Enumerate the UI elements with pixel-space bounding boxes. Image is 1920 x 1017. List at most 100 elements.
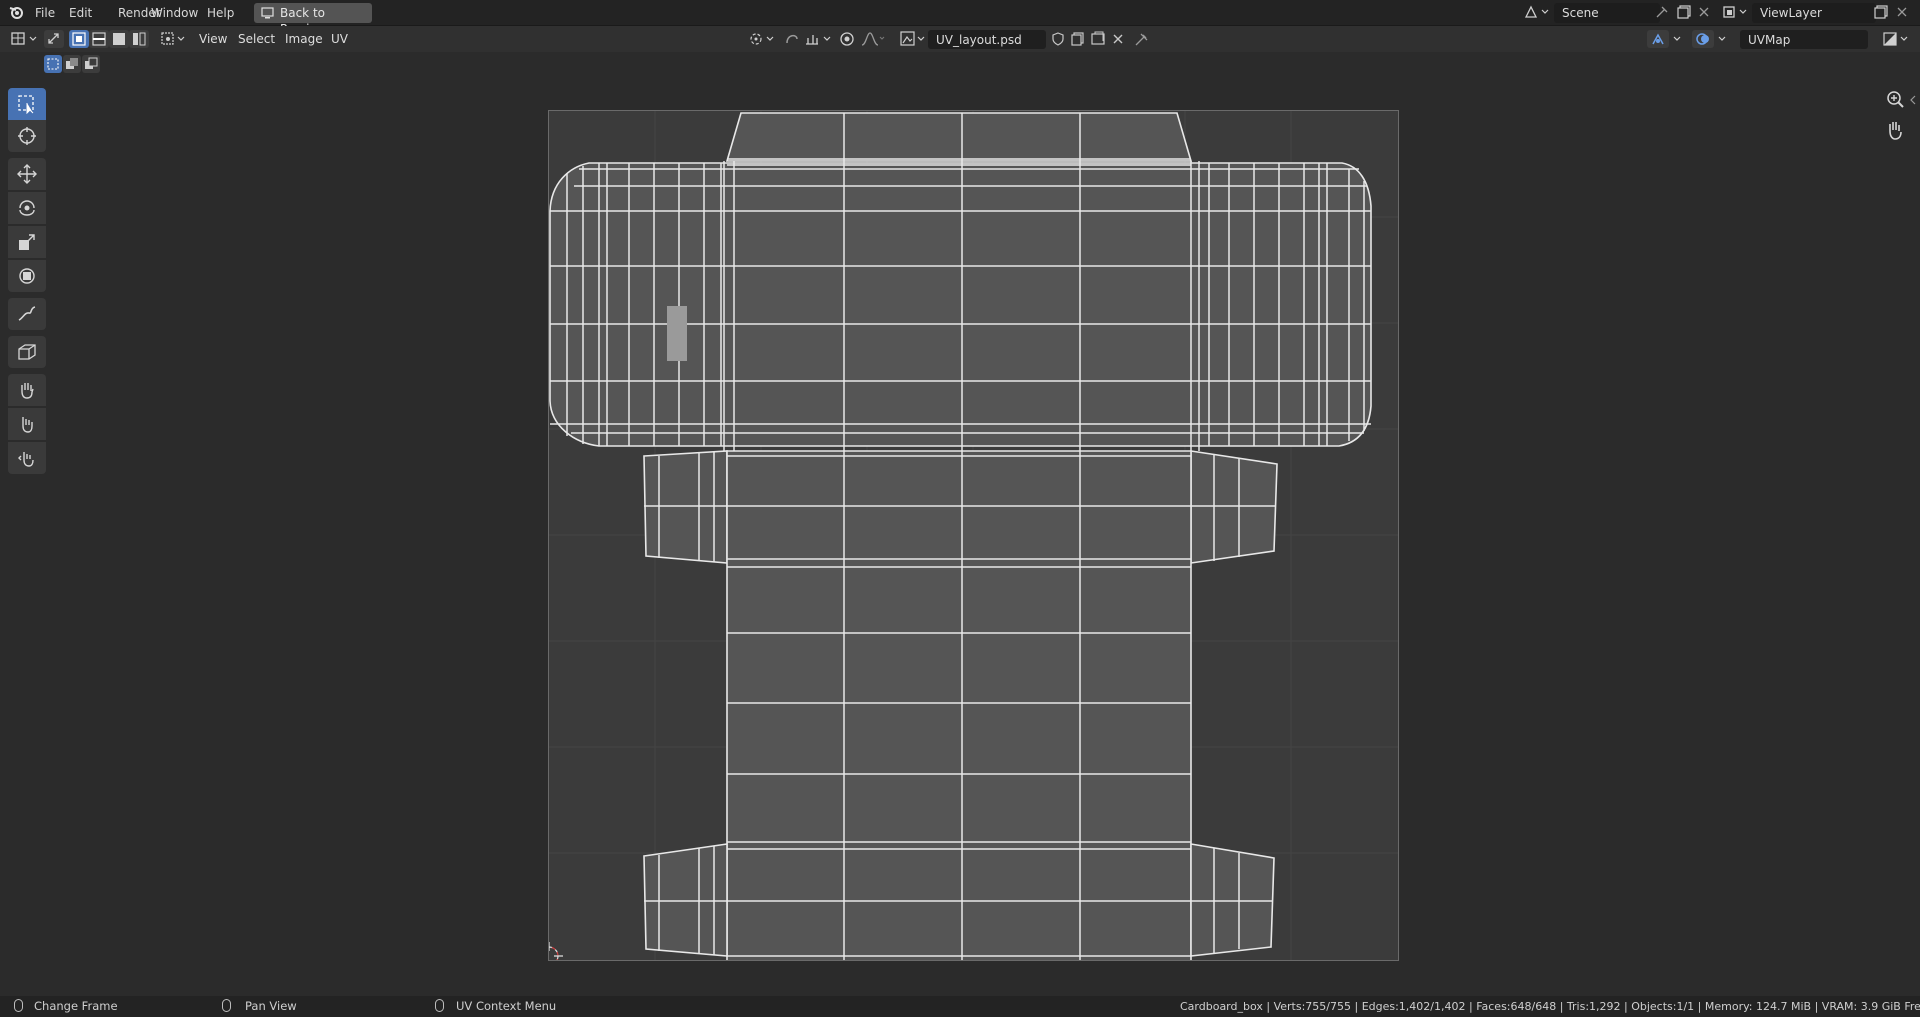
new-view-layer-icon[interactable] <box>1873 4 1889 20</box>
transform-icon <box>19 268 35 284</box>
select-mode-extend-button[interactable] <box>63 55 81 73</box>
2d-cursor-icon[interactable] <box>549 942 563 960</box>
scene-icon[interactable] <box>1523 4 1551 20</box>
snap-toggle-icon[interactable] <box>783 30 803 48</box>
display-channels-icon[interactable] <box>1882 30 1912 48</box>
close-scene-icon[interactable] <box>1697 5 1711 19</box>
grab-tool[interactable] <box>8 374 46 406</box>
view-layer-icon[interactable] <box>1722 4 1750 20</box>
select-mode-subtract-button[interactable] <box>82 55 100 73</box>
new-scene-icon[interactable] <box>1676 4 1692 20</box>
top-menu-bar: File Edit Render Window Help Back to Pre… <box>0 0 1920 36</box>
rip-region-tool[interactable] <box>8 336 46 368</box>
image-name: UV_layout.psd <box>936 33 1022 47</box>
scene-field[interactable]: Scene <box>1554 3 1660 23</box>
overlays-dropdown-icon[interactable] <box>1715 30 1731 48</box>
mouse-right-icon <box>435 999 444 1012</box>
vertex-select-mode-button[interactable] <box>69 30 89 48</box>
zoom-view-icon[interactable] <box>1883 88 1907 112</box>
select-box-icon <box>18 95 34 114</box>
uv-mesh-layout[interactable] <box>549 111 1398 960</box>
editor-type-icon[interactable] <box>10 30 40 48</box>
gizmo-icon <box>1652 33 1664 45</box>
grab-hand-icon <box>21 383 34 399</box>
relax-hand-icon <box>22 417 33 433</box>
tool-settings-bar <box>0 52 1920 76</box>
select-subtract-icon <box>85 57 98 69</box>
cursor-tool[interactable] <box>8 120 46 152</box>
rip-region-icon <box>18 344 36 360</box>
sync-selection-button[interactable] <box>44 30 64 48</box>
view-layer-field[interactable]: ViewLayer <box>1752 3 1876 23</box>
menu-image[interactable]: Image <box>285 31 323 47</box>
open-image-icon[interactable] <box>1090 31 1106 47</box>
menu-edit[interactable]: Edit <box>69 5 92 21</box>
relax-tool[interactable] <box>8 408 46 440</box>
menu-view[interactable]: View <box>199 31 227 47</box>
menu-select[interactable]: Select <box>238 31 275 47</box>
cursor-icon <box>18 127 36 145</box>
mouse-middle-icon <box>222 999 231 1012</box>
annotate-tool[interactable] <box>8 298 46 330</box>
unlink-image-icon[interactable] <box>1110 31 1126 47</box>
status-middle-hint: Pan View <box>245 999 297 1013</box>
snap-target-icon[interactable] <box>804 30 836 48</box>
status-left-hint: Change Frame <box>34 999 118 1013</box>
face-select-mode-button[interactable] <box>109 30 129 48</box>
menu-file[interactable]: File <box>35 5 55 21</box>
back-to-previous-button[interactable]: Back to Previous <box>254 3 372 36</box>
scale-tool[interactable] <box>8 226 46 258</box>
status-right-hint: UV Context Menu <box>456 999 557 1013</box>
select-extend-icon <box>66 58 78 69</box>
pin-image-icon[interactable] <box>1134 31 1150 47</box>
pan-view-hand-icon[interactable] <box>1883 119 1907 143</box>
transform-tool[interactable] <box>8 260 46 292</box>
sticky-selection-icon[interactable] <box>160 30 188 48</box>
tool-shelf <box>6 86 50 492</box>
view-layer-name: ViewLayer <box>1760 6 1822 20</box>
select-new-icon <box>47 58 59 70</box>
face-mode-icon <box>113 33 125 45</box>
select-mode-new-button[interactable] <box>44 55 62 73</box>
fake-user-shield-icon[interactable] <box>1050 31 1066 47</box>
pivot-point-icon[interactable] <box>748 30 776 48</box>
scale-icon <box>19 234 35 250</box>
menu-uv[interactable]: UV <box>331 31 348 47</box>
menu-window[interactable]: Window <box>151 5 198 21</box>
annotate-icon <box>18 306 36 321</box>
status-bar: Change Frame Pan View UV Context Menu Ca… <box>0 996 1920 1017</box>
uv-editor-header: View Select Image UV UV_layout.psd UVMap <box>0 26 1920 52</box>
uv-map-field[interactable]: UVMap <box>1740 30 1868 49</box>
close-view-layer-icon[interactable] <box>1895 5 1909 19</box>
screen-icon <box>261 7 274 19</box>
new-image-icon[interactable] <box>1070 31 1086 47</box>
mouse-left-icon <box>14 999 23 1012</box>
gizmo-toggle-button[interactable] <box>1647 30 1669 48</box>
pin-icon[interactable] <box>1655 5 1669 19</box>
move-icon <box>17 164 37 184</box>
menu-help[interactable]: Help <box>207 5 234 21</box>
sync-icon <box>48 33 59 44</box>
move-tool[interactable] <box>8 158 46 190</box>
image-name-field[interactable]: UV_layout.psd <box>928 30 1046 49</box>
scene-statistics: Cardboard_box | Verts:755/755 | Edges:1,… <box>1180 1000 1920 1013</box>
scene-name: Scene <box>1562 6 1599 20</box>
select-box-tool[interactable] <box>8 88 46 120</box>
image-browse-icon[interactable] <box>899 30 927 48</box>
selected-uv-face[interactable] <box>667 306 687 361</box>
sidebar-toggle-icon[interactable] <box>1909 94 1917 106</box>
falloff-icon[interactable] <box>860 30 886 48</box>
pinch-tool[interactable] <box>8 442 46 474</box>
vertex-mode-icon <box>72 32 86 46</box>
rotate-tool[interactable] <box>8 192 46 224</box>
pinch-hand-icon <box>18 452 34 467</box>
uv-image-area[interactable] <box>548 110 1399 961</box>
blender-logo-icon[interactable] <box>8 4 25 21</box>
island-select-mode-button[interactable] <box>129 30 149 48</box>
proportional-editing-icon[interactable] <box>838 30 856 48</box>
gizmo-dropdown-icon[interactable] <box>1670 30 1686 48</box>
edge-select-mode-button[interactable] <box>89 30 109 48</box>
overlays-icon <box>1696 33 1709 45</box>
overlays-toggle-button[interactable] <box>1692 30 1714 48</box>
edge-mode-icon <box>92 32 106 46</box>
